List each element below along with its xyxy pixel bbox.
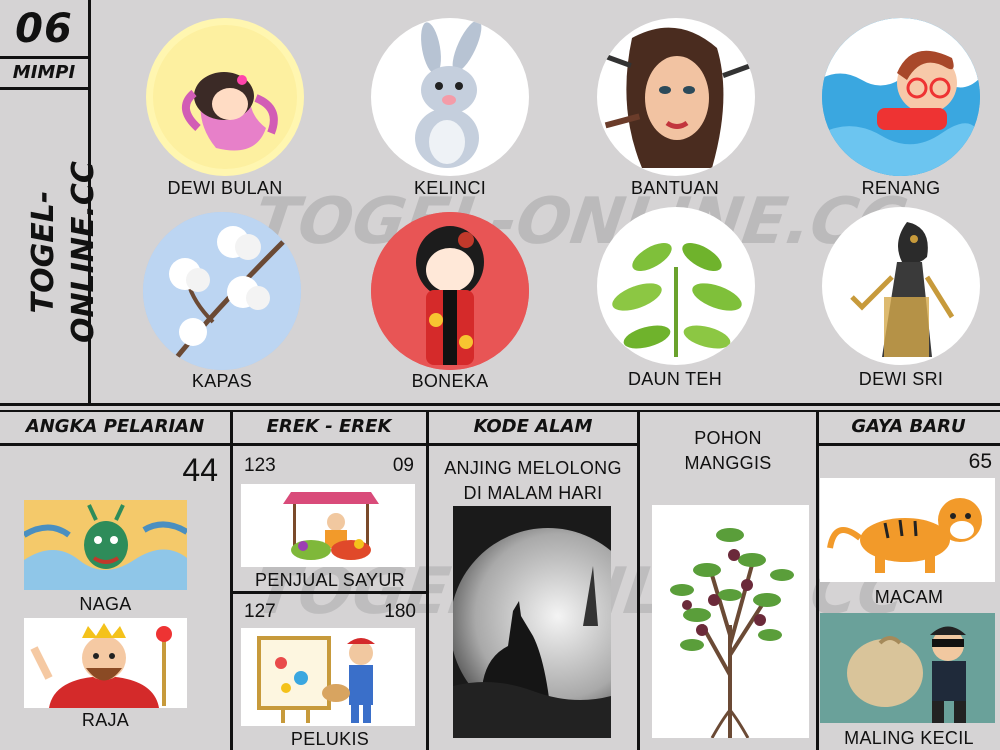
angka-pelarian-title: ANGKA PELARIAN (25, 416, 205, 437)
col3-header-line (428, 443, 638, 446)
col-divider-4 (816, 410, 819, 750)
kode-alam-label-1: ANJING MELOLONG (444, 458, 622, 478)
gaya-baru-title: GAYA BARU (851, 416, 966, 437)
pelukis-label: PELUKIS (290, 729, 370, 749)
dream-label-bantuan: BANTUAN (630, 178, 720, 198)
dream-label-renang: RENANG (861, 178, 941, 198)
kode-alam-label-2: DI MALAM HARI (463, 483, 603, 503)
gaya-baru-number: 65 (968, 450, 992, 473)
erek-2-left: 127 (244, 601, 276, 622)
painter-icon (241, 628, 415, 726)
watermark-text: TOGEL-ONLINE.CC (249, 185, 910, 259)
howling-wolf-icon (453, 506, 611, 738)
macam-label: MACAM (874, 587, 944, 607)
header-line-1 (0, 56, 88, 59)
thief-icon (820, 613, 995, 723)
erek-1-left: 123 (244, 455, 276, 476)
col2-header-line (230, 443, 428, 446)
pohon-label-1: POHON (694, 428, 762, 448)
pohon-label-2: MANGGIS (684, 453, 772, 473)
maling-kecil-label: MALING KECIL (844, 728, 974, 748)
dream-label-kapas: KAPAS (191, 371, 253, 391)
header-line-2 (0, 87, 88, 90)
erek-erek-title: EREK - EREK (266, 416, 392, 437)
king-icon (24, 618, 187, 708)
erek-2-right: 180 (384, 601, 416, 622)
mimpi-label: MIMPI (12, 62, 76, 83)
rabbit-icon (371, 18, 529, 176)
kokeshi-doll-icon (371, 212, 529, 370)
penjual-sayur-label: PENJUAL SAYUR (255, 570, 405, 590)
col5-header-line (817, 443, 1000, 446)
angka-pelarian-number: 44 (182, 452, 218, 488)
makeup-woman-icon (597, 18, 755, 176)
site-name: TOGEL-ONLINE.CC (26, 161, 101, 343)
vegetable-seller-icon (241, 484, 415, 567)
moon-goddess-icon (146, 18, 304, 176)
swimming-boy-icon (822, 18, 980, 176)
mangosteen-tree-icon (652, 505, 809, 738)
erek-row-divider (230, 591, 428, 594)
table-top-border (0, 403, 1000, 406)
dragon-icon (24, 500, 187, 590)
dream-label-kelinci: KELINCI (413, 178, 487, 198)
naga-label: NAGA (79, 594, 132, 614)
col1-header-line (0, 443, 230, 446)
cotton-plant-icon (143, 212, 301, 370)
dream-number: 06 (15, 6, 73, 52)
table-top-border-2 (0, 410, 1000, 412)
dream-label-daun-teh: DAUN TEH (627, 369, 723, 389)
erek-1-right: 09 (392, 455, 414, 476)
tea-leaves-icon (597, 207, 755, 365)
kode-alam-title: KODE ALAM (473, 416, 593, 437)
tiger-icon (820, 478, 995, 582)
wayang-puppet-icon (822, 207, 980, 365)
dream-label-dewi-sri: DEWI SRI (858, 369, 944, 389)
dream-label-boneka: BONEKA (411, 371, 489, 391)
dream-label-dewi-bulan: DEWI BULAN (167, 178, 283, 198)
raja-label: RAJA (81, 710, 130, 730)
